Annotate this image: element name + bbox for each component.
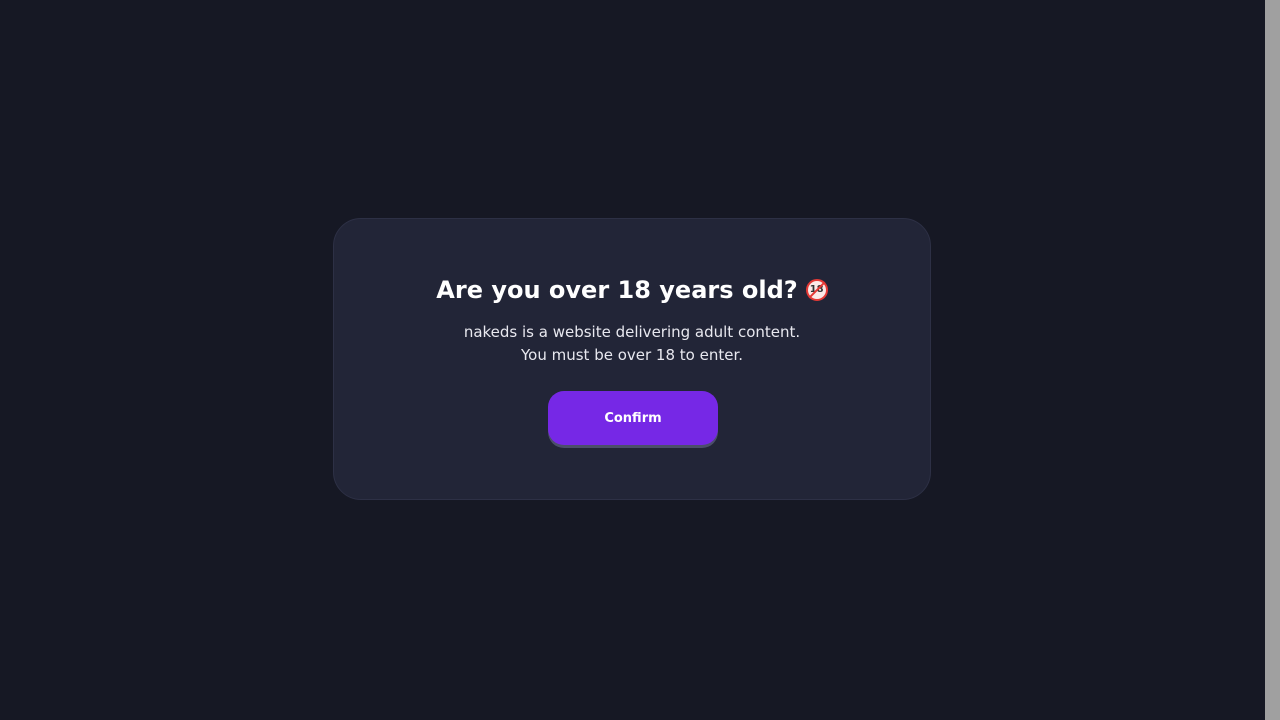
age-verification-modal: Are you over 18 years old? 18 nakeds is … xyxy=(333,218,931,500)
page: Are you over 18 years old? 18 nakeds is … xyxy=(0,0,1265,720)
modal-title-text: Are you over 18 years old? xyxy=(436,276,798,304)
no-one-under-eighteen-icon: 18 xyxy=(805,279,828,301)
modal-title: Are you over 18 years old? 18 xyxy=(334,275,930,305)
modal-description: nakeds is a website delivering adult con… xyxy=(334,321,930,367)
badge-text: 18 xyxy=(809,284,824,295)
description-line-2: You must be over 18 to enter. xyxy=(520,346,744,364)
scrollbar[interactable] xyxy=(1265,0,1280,720)
description-line-1: nakeds is a website delivering adult con… xyxy=(463,323,801,341)
confirm-button[interactable]: Confirm xyxy=(548,391,718,445)
